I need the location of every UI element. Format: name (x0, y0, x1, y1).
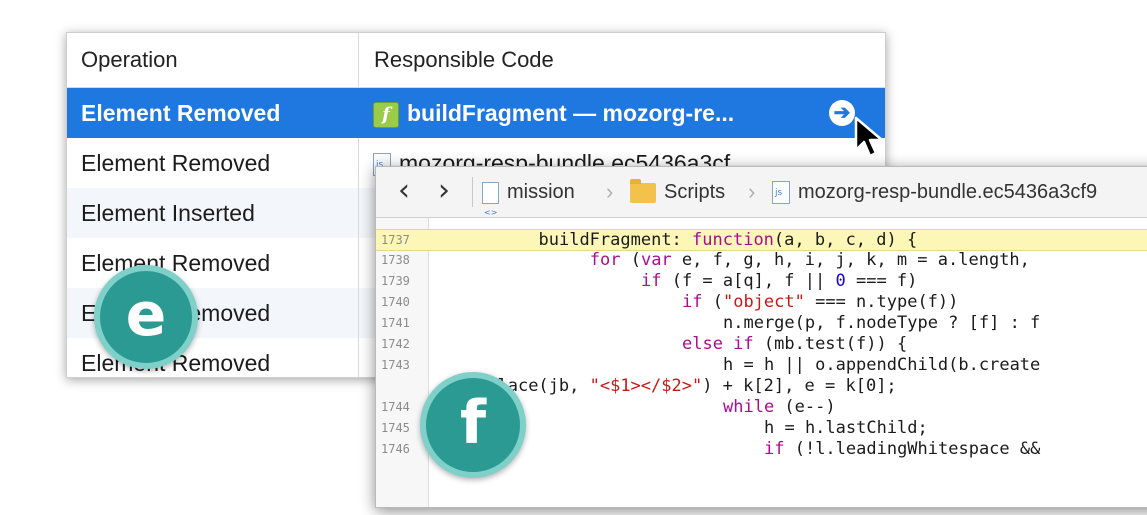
code-text: if (!l.leadingWhitespace && (764, 439, 1041, 459)
breadcrumb-scripts[interactable]: Scripts (630, 167, 725, 217)
mouse-pointer-icon (854, 116, 884, 158)
operation-cell: Element Inserted (67, 188, 359, 238)
code-line: 1741 n.merge(p, f.nodeType ? [f] : f (376, 313, 1147, 334)
line-number[interactable]: 1742 (376, 334, 427, 355)
code-text: n.merge(p, f.nodeType ? [f] : f (723, 313, 1041, 333)
code-line: 1738 for (var e, f, g, h, i, j, k, m = a.… (376, 250, 1147, 271)
column-header-responsible-code[interactable]: Responsible Code (359, 33, 885, 87)
resource-icon (482, 181, 499, 238)
callout-badge-e: e (94, 265, 198, 369)
line-number[interactable]: 1740 (376, 292, 427, 313)
code-text: h = h || o.appendChild(b.create (723, 355, 1041, 375)
breadcrumb-file[interactable]: mozorg-resp-bundle.ec5436a3cf9 (772, 167, 1097, 217)
folder-icon (630, 178, 656, 203)
navigation-bar: ‹ › mission › Scripts › mozorg-resp-bund… (376, 167, 1147, 238)
breadcrumb-label: mozorg-resp-bundle.ec5436a3cf9 (798, 181, 1098, 203)
operation-cell: Element Removed (67, 88, 359, 138)
line-number[interactable]: 1744 (376, 397, 427, 418)
breadcrumb-mission[interactable]: mission (482, 167, 575, 238)
forward-button[interactable]: › (430, 173, 458, 209)
callout-badge-f: f (420, 372, 526, 478)
code-text: buildFragment: function(a, b, c, d) { (538, 230, 918, 250)
line-number[interactable]: 1741 (376, 313, 427, 334)
code-text: for (var e, f, g, h, i, j, k, m = a.leng… (589, 250, 1030, 270)
column-header-operation[interactable]: Operation (67, 33, 359, 87)
code-line: 1742 else if (mb.test(f)) { (376, 334, 1147, 355)
line-number[interactable]: 1743 (376, 355, 427, 376)
code-line: 1739 if (f = a[q], f || 0 === f) (376, 271, 1147, 292)
operation-cell: Element Removed (67, 138, 359, 188)
responsible-code-label: buildFragment — mozorg-re... (407, 100, 735, 126)
breadcrumb-label: mission (507, 181, 575, 203)
line-number[interactable]: 1738 (376, 250, 427, 271)
code-text: if (f = a[q], f || 0 === f) (641, 271, 918, 291)
table-row[interactable]: Element Removed f buildFragment — mozorg-… (67, 88, 885, 138)
code-line: 1740 if ("object" === n.type(f)) (376, 292, 1147, 313)
code-text: while (e--) (723, 397, 836, 417)
chevron-right-icon: › (606, 179, 614, 204)
code-text: if ("object" === n.type(f)) (682, 292, 959, 312)
function-icon: f (373, 101, 399, 128)
divider (472, 177, 473, 207)
responsible-code-cell[interactable]: f buildFragment — mozorg-re... (359, 88, 885, 138)
back-button[interactable]: ‹ (390, 173, 418, 209)
js-file-icon (772, 181, 790, 205)
code-text: else if (mb.test(f)) { (682, 334, 908, 354)
code-line: 1743 h = h || o.appendChild(b.create (376, 355, 1147, 376)
code-text: place(jb, "<$1></$2>") + k[2], e = k[0]; (487, 376, 897, 396)
line-number[interactable]: 1746 (376, 439, 427, 460)
code-line-highlighted: 1737 buildFragment: function(a, b, c, d) … (376, 229, 1147, 251)
table-header: Operation Responsible Code (67, 33, 885, 88)
breadcrumb-label: Scripts (664, 181, 726, 203)
line-number[interactable]: 1737 (376, 230, 427, 251)
code-text: h = h.lastChild; (764, 418, 928, 438)
chevron-right-icon: › (748, 179, 756, 204)
line-number[interactable]: 1739 (376, 271, 427, 292)
